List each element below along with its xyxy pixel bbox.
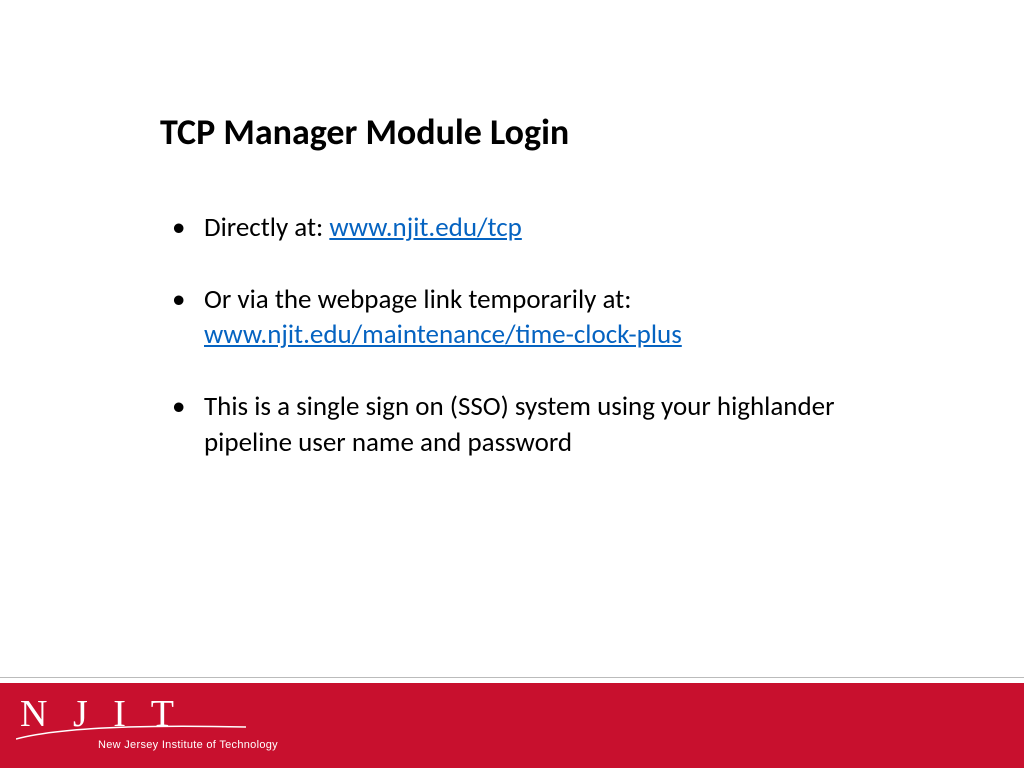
slide-title: TCP Manager Module Login [160, 110, 884, 154]
bullet-item: This is a single sign on (SSO) system us… [160, 389, 884, 460]
bullet-item: Directly at: www.njit.edu/tcp [160, 210, 884, 246]
footer-divider [0, 677, 1024, 683]
slide: TCP Manager Module Login Directly at: ww… [0, 0, 1024, 768]
logo-tagline: New Jersey Institute of Technology [98, 739, 278, 751]
footer-bar: N J I T New Jersey Institute of Technolo… [0, 683, 1024, 768]
direct-link[interactable]: www.njit.edu/tcp [329, 211, 521, 244]
bullet-text: This is a single sign on (SSO) system us… [204, 390, 835, 459]
alt-link[interactable]: www.njit.edu/maintenance/time-clock-plus [204, 318, 682, 351]
bullet-text: Or via the webpage link temporarily at: [204, 283, 631, 316]
bullet-list: Directly at: www.njit.edu/tcp Or via the… [160, 210, 884, 460]
bullet-text: Directly at: [204, 211, 329, 244]
content-area: TCP Manager Module Login Directly at: ww… [160, 110, 884, 496]
bullet-item: Or via the webpage link temporarily at: … [160, 282, 884, 353]
njit-logo: N J I T New Jersey Institute of Technolo… [20, 695, 182, 733]
